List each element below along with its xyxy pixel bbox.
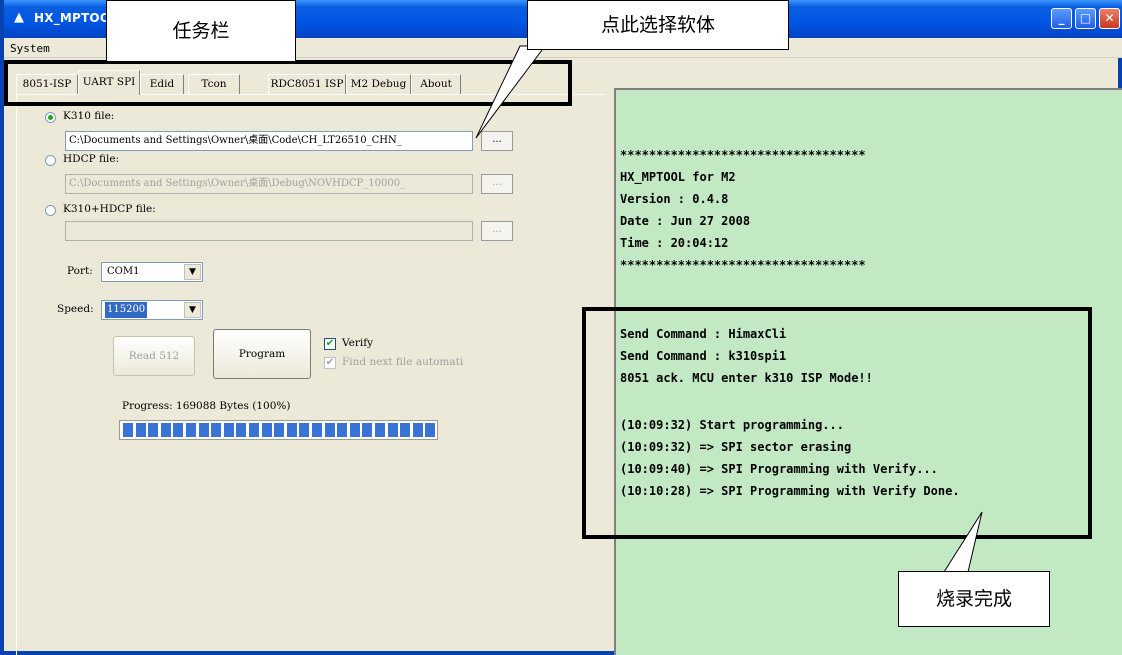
tab-uart-spi[interactable]: UART SPI <box>78 70 140 95</box>
select-firmware-callout: 点此选择软体 <box>527 0 789 50</box>
select-firmware-pointer <box>475 45 546 139</box>
burn-done-pointer <box>943 511 983 573</box>
taskbar-callout: 任务栏 <box>106 0 296 62</box>
burn-done-callout: 烧录完成 <box>898 571 1050 627</box>
callout-pointers <box>475 45 983 573</box>
